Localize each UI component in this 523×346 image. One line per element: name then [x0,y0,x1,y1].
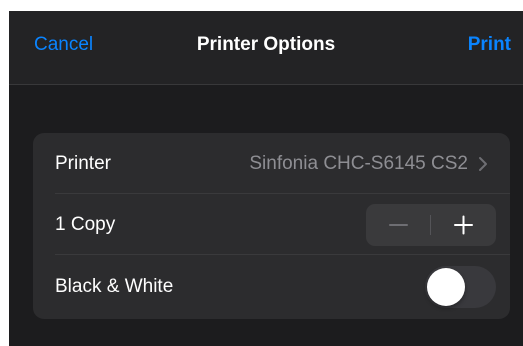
toggle-knob [427,268,465,306]
copies-label: 1 Copy [55,213,116,235]
printer-label: Printer [55,152,111,174]
print-button[interactable]: Print [468,34,511,56]
page-title: Printer Options [196,34,336,55]
navigation-bar: Cancel Printer Options Print [9,11,523,85]
chevron-right-icon [479,156,487,171]
black-white-toggle[interactable] [425,266,496,308]
copies-row: 1 Copy [33,194,510,255]
plus-icon [454,215,473,234]
black-white-row: Black & White [33,255,510,319]
copies-stepper[interactable] [366,203,496,246]
decrement-button[interactable] [366,204,431,246]
minus-icon [389,223,408,226]
black-white-label: Black & White [55,276,174,297]
options-group: Printer Sinfonia CHC-S6145 CS2 1 Copy Bl… [33,133,510,319]
printer-options-sheet: Cancel Printer Options Print Printer Sin… [9,11,523,346]
increment-button[interactable] [431,204,496,246]
printer-row[interactable]: Printer Sinfonia CHC-S6145 CS2 [33,133,510,194]
printer-value: Sinfonia CHC-S6145 CS2 [249,152,468,174]
